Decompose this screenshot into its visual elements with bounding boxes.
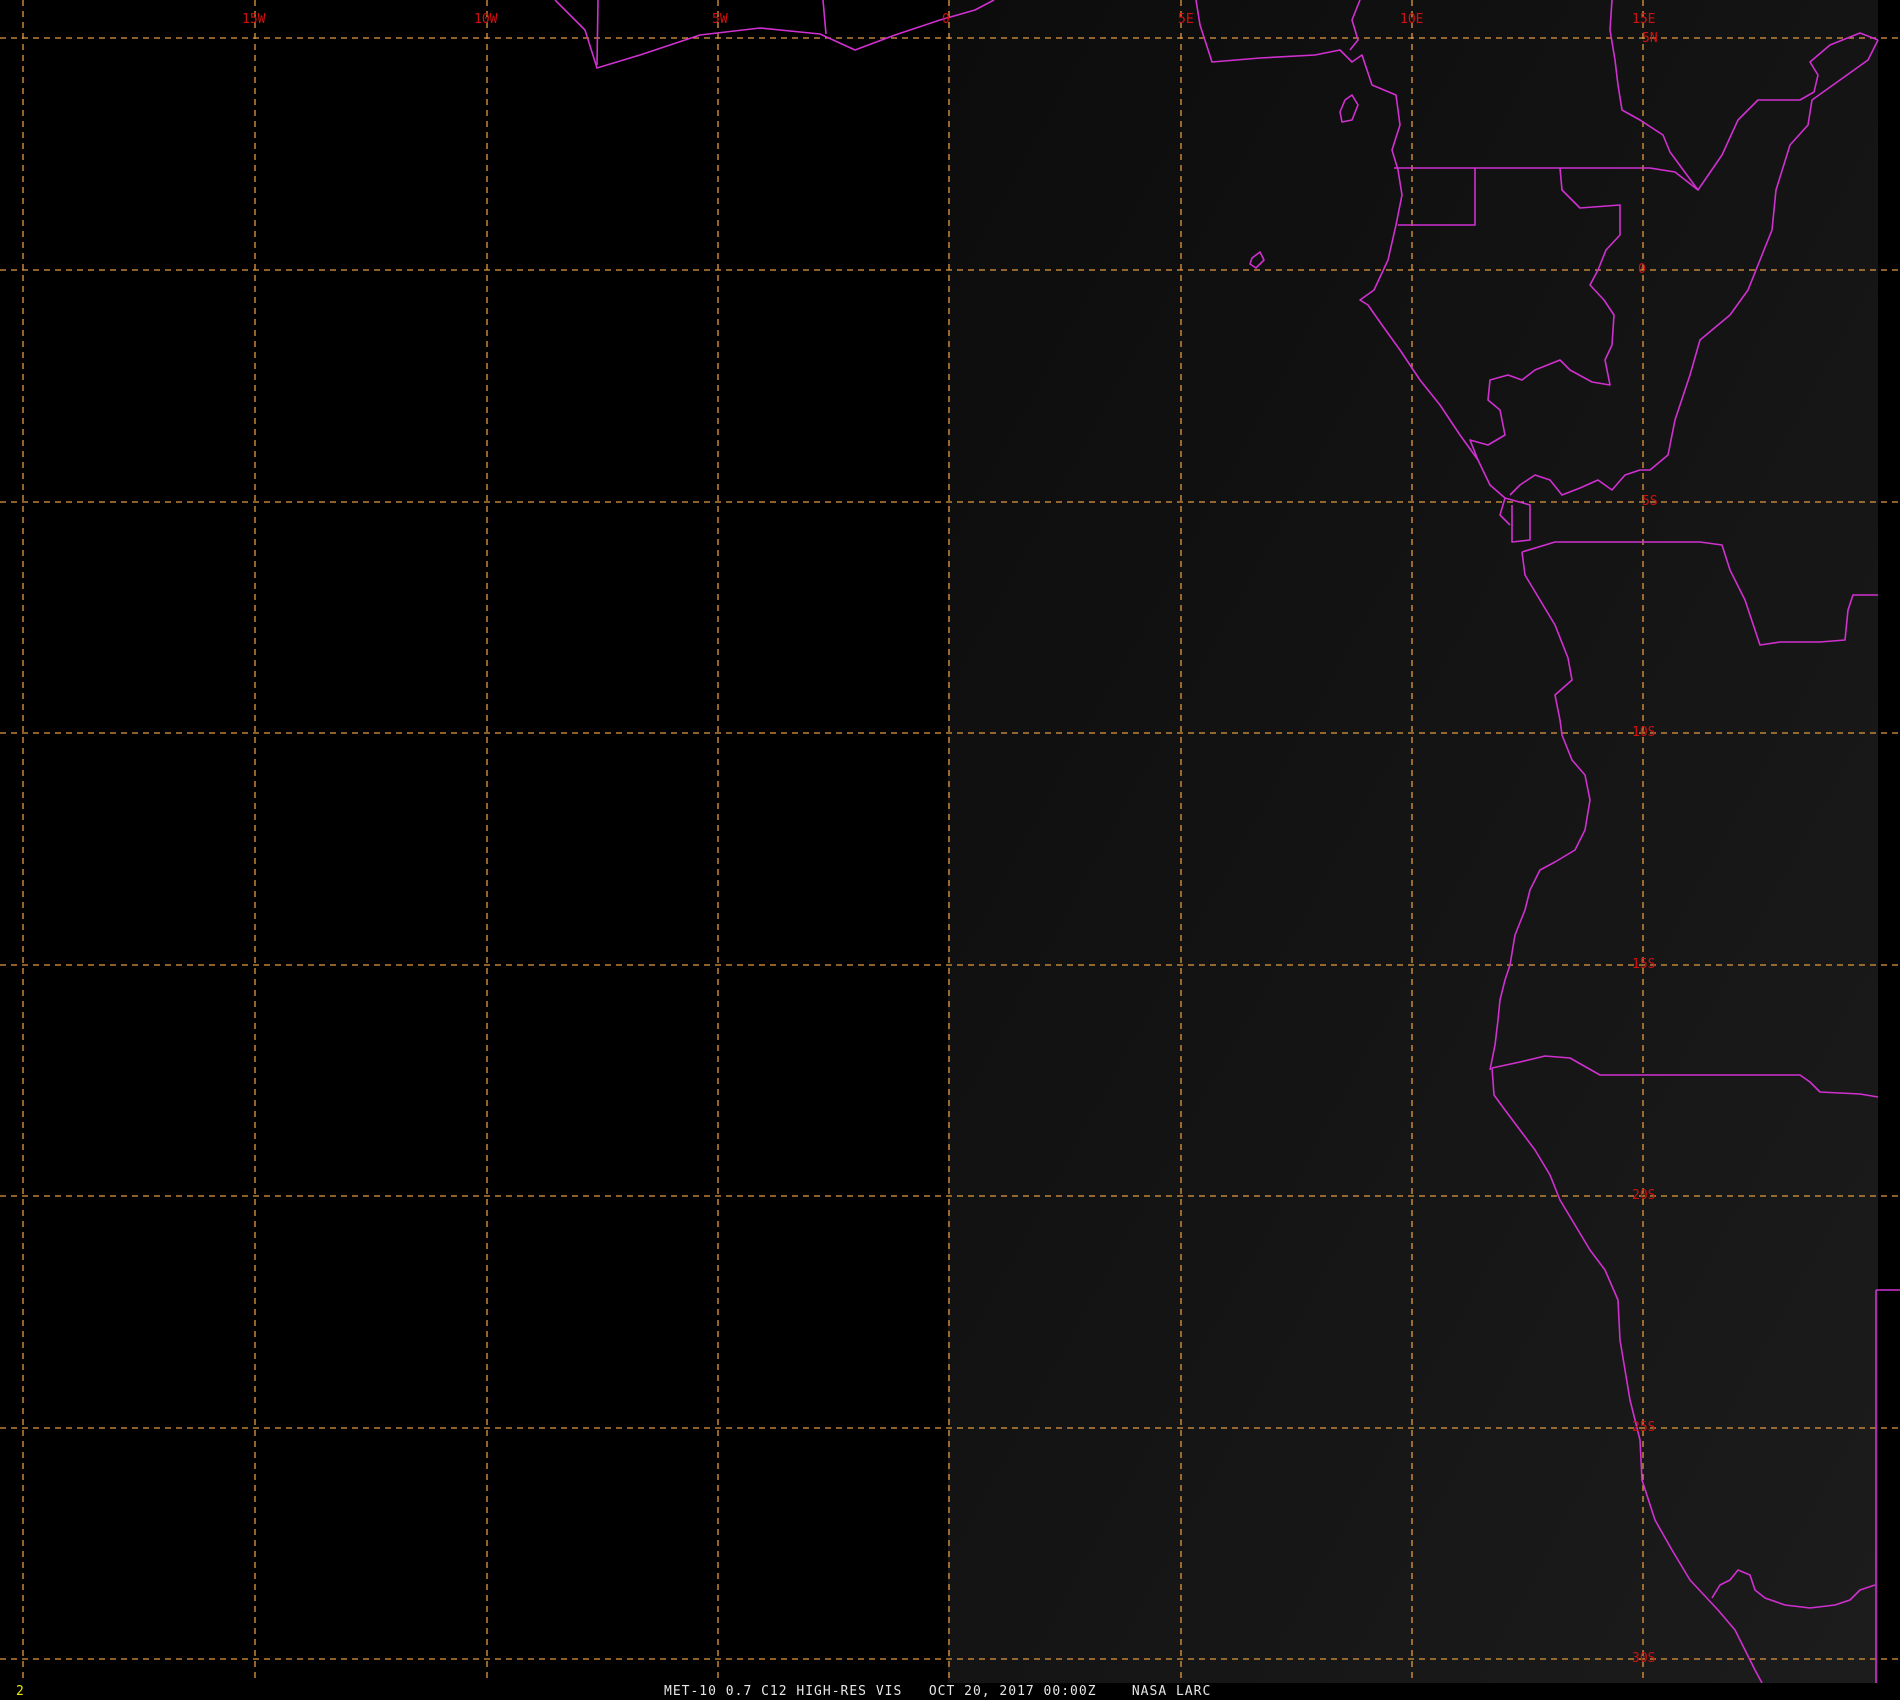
lon-label-5w: 5W — [712, 12, 728, 27]
frame-number: 2 — [16, 1684, 24, 1699]
lat-label-5s: 5S — [1642, 494, 1658, 509]
caption-credit: NASA LARC — [1131, 1684, 1212, 1699]
caption-datetime: OCT 20, 2017 00:00Z — [928, 1684, 1097, 1699]
satellite-image-region — [948, 0, 1878, 1683]
caption-bar: 2 MET-10 0.7 C12 HIGH-RES VIS OCT 20, 20… — [0, 1683, 1900, 1700]
lat-label-20s: 20S — [1632, 1188, 1655, 1203]
guinea-coast-north-border — [596, 0, 599, 66]
lon-label-5e: 5E — [1178, 12, 1194, 27]
lat-label-10s: 10S — [1632, 725, 1655, 740]
lon-label-10w: 10W — [474, 12, 498, 27]
lon-label-15e: 15E — [1632, 12, 1655, 27]
lat-label-30s: 30S — [1632, 1651, 1655, 1666]
lat-label-25s: 25S — [1632, 1420, 1655, 1435]
lat-label-0: 0 — [1638, 262, 1646, 277]
satellite-map: 15W 10W 5W 0 5E 10E 15E 5N 0 5S 10S 15S … — [0, 0, 1900, 1684]
lon-label-15w: 15W — [242, 12, 266, 27]
lon-label-10e: 10E — [1400, 12, 1423, 27]
lat-label-5n: 5N — [1642, 31, 1658, 46]
caption-text: MET-10 0.7 C12 HIGH-RES VIS OCT 20, 2017… — [664, 1683, 1211, 1700]
lon-label-0: 0 — [942, 12, 950, 27]
lat-label-15s: 15S — [1632, 957, 1655, 972]
caption-sensor: MET-10 0.7 C12 HIGH-RES VIS — [664, 1684, 903, 1699]
